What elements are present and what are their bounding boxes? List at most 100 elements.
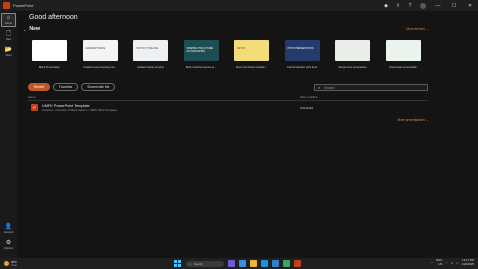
template-thumbnail: RETRO	[234, 40, 269, 61]
chevron-up-icon[interactable]: ⌃	[431, 261, 433, 265]
battery-icon[interactable]: ▭	[456, 261, 459, 265]
template-card[interactable]: Simple dune presentation	[335, 40, 370, 69]
template-thumbnail: SHAPING THE FUTURE OF INNOVATION	[183, 40, 219, 61]
new-section-title: New	[29, 26, 41, 32]
taskbar-search[interactable]: ⌕ Search	[186, 260, 224, 267]
maximize-button[interactable]: ☐	[446, 0, 462, 11]
template-caption: Retro funk fusion marketin...	[235, 66, 268, 69]
template-caption: Gradient wave keynote pres...	[83, 66, 117, 69]
template-caption: Colorful abstract pitch deck	[286, 66, 318, 69]
template-thumbnail: GRADIENT WAVE	[82, 40, 118, 61]
diamond-icon[interactable]: ◆	[380, 0, 392, 11]
search-input[interactable]: ⌕ Search	[314, 84, 428, 91]
weather-condition: Clear	[11, 264, 17, 267]
system-tray: ⌃ ENG US ◠ ◁ ▭ 12:47 PM 1/23/2025	[431, 258, 474, 266]
file-explorer-icon[interactable]	[250, 260, 257, 267]
sun-icon	[4, 261, 9, 266]
new-section-header[interactable]: ⌄ New	[23, 26, 40, 32]
template-card[interactable]: PITCH PRESENTATION Colorful abstract pitc…	[284, 40, 320, 69]
folder-icon: 📂	[4, 47, 13, 53]
template-thumbnail-text: HISTORY TIMELINE	[136, 47, 159, 50]
taskbar: 38°F Clear ⌕ Search ⌃ ENG US ◠ ◁ ▭ 12:47…	[0, 258, 478, 269]
share-icon[interactable]: ⇪	[392, 0, 404, 11]
template-card[interactable]: RETRO Retro funk fusion marketin...	[234, 40, 269, 69]
rail-item-label: Account	[3, 231, 14, 234]
task-view-icon[interactable]	[239, 260, 246, 267]
clock-date: 1/23/2025	[461, 261, 474, 266]
tab-favorites[interactable]: Favorites	[53, 83, 79, 91]
template-thumbnail	[385, 40, 421, 61]
chrome-icon[interactable]	[283, 260, 290, 267]
left-rail: ⌂ Home 🗋 New 📂 Open 👤 Account ⚙ Options	[0, 11, 17, 258]
home-icon: ⌂	[6, 15, 11, 21]
template-thumbnail-text: RETRO	[237, 47, 246, 50]
powerpoint-file-icon: P	[31, 104, 38, 111]
help-icon[interactable]: ?	[404, 0, 416, 11]
template-thumbnail-text: PITCH PRESENTATION	[287, 47, 314, 50]
template-caption: Greenscape presentation	[388, 66, 418, 69]
tab-recent[interactable]: Recent	[28, 83, 51, 91]
divider	[28, 100, 428, 101]
search-icon: ⌕	[318, 85, 321, 90]
template-thumbnail	[32, 40, 67, 61]
template-caption: Gradient history timeline	[137, 66, 164, 69]
gear-icon: ⚙	[5, 240, 12, 246]
template-card[interactable]: HISTORY TIMELINE Gradient history timelin…	[133, 40, 168, 69]
window-title: PowerPoint	[13, 3, 34, 8]
powerpoint-logo-icon	[3, 2, 10, 9]
file-path: OneDrive - University of Maine System » …	[42, 108, 117, 112]
rail-item-label: Options	[4, 247, 13, 250]
template-card[interactable]: SHAPING THE FUTURE OF INNOVATION Bold und…	[183, 40, 219, 69]
template-thumbnail: PITCH PRESENTATION	[284, 40, 320, 61]
powerpoint-taskbar-icon[interactable]	[294, 260, 301, 267]
rail-item-home[interactable]: ⌂ Home	[1, 13, 16, 27]
tab-shared-with-me[interactable]: Shared with Me	[81, 83, 116, 91]
file-name: UMFK PowerPoint Template	[42, 103, 90, 108]
wifi-icon[interactable]: ◠	[445, 261, 447, 265]
template-caption: Simple dune presentation	[338, 66, 367, 69]
template-card[interactable]: Greenscape presentation	[385, 40, 421, 69]
volume-icon[interactable]: ◁	[451, 261, 453, 265]
template-caption: Blank Presentation	[39, 66, 60, 69]
search-placeholder: Search	[324, 85, 335, 90]
store-icon[interactable]	[272, 260, 279, 267]
new-document-icon: 🗋	[6, 31, 11, 37]
close-button[interactable]: ✕	[462, 0, 478, 11]
language-indicator[interactable]: ENG US	[436, 258, 443, 266]
file-text: UMFK PowerPoint Template OneDrive - Univ…	[42, 104, 117, 112]
rail-item-label: New	[5, 38, 12, 41]
rail-item-new[interactable]: 🗋 New	[1, 29, 16, 43]
windows-start-icon[interactable]	[174, 260, 181, 267]
avatar[interactable]	[420, 2, 426, 9]
taskbar-search-placeholder: Search	[193, 261, 203, 266]
rail-item-account[interactable]: 👤 Account	[1, 222, 16, 236]
search-icon: ⌕	[189, 261, 191, 266]
template-thumbnail	[335, 40, 370, 61]
file-tabs: Recent Favorites Shared with Me	[28, 83, 116, 91]
chevron-down-icon: ⌄	[23, 26, 27, 32]
widgets-app-icon[interactable]	[228, 260, 235, 267]
edge-browser-icon[interactable]	[261, 260, 268, 267]
template-thumbnail-text: GRADIENT WAVE	[85, 47, 106, 50]
clock[interactable]: 12:47 PM 1/23/2025	[461, 258, 474, 266]
rail-item-label: Open	[5, 54, 12, 57]
template-card[interactable]: Blank Presentation	[32, 40, 67, 69]
account-icon: 👤	[4, 224, 13, 230]
title-bar: PowerPoint ◆ ⇪ ? — ☐ ✕	[0, 0, 478, 11]
title-bar-actions: ◆ ⇪ ? — ☐ ✕	[380, 0, 478, 11]
template-card[interactable]: GRADIENT WAVE Gradient wave keynote pres.…	[82, 40, 118, 69]
template-thumbnail: HISTORY TIMELINE	[133, 40, 168, 61]
more-presentations-link[interactable]: More presentations →	[398, 118, 429, 122]
taskbar-apps: ⌕ Search	[174, 260, 301, 267]
tray-region: US	[438, 261, 443, 266]
more-themes-link[interactable]: More themes →	[406, 27, 429, 31]
rail-item-open[interactable]: 📂 Open	[1, 45, 16, 59]
rail-item-options[interactable]: ⚙ Options	[1, 238, 16, 252]
file-date: 4/11/2018	[300, 106, 314, 110]
minimize-button[interactable]: —	[430, 0, 446, 11]
table-row[interactable]: P UMFK PowerPoint Template OneDrive - Un…	[28, 102, 428, 113]
page-title: Good afternoon	[29, 14, 78, 21]
weather-widget[interactable]: 38°F Clear	[4, 260, 17, 267]
column-header-date[interactable]: Date modified	[300, 95, 317, 99]
column-header-name[interactable]: Name	[28, 95, 35, 99]
